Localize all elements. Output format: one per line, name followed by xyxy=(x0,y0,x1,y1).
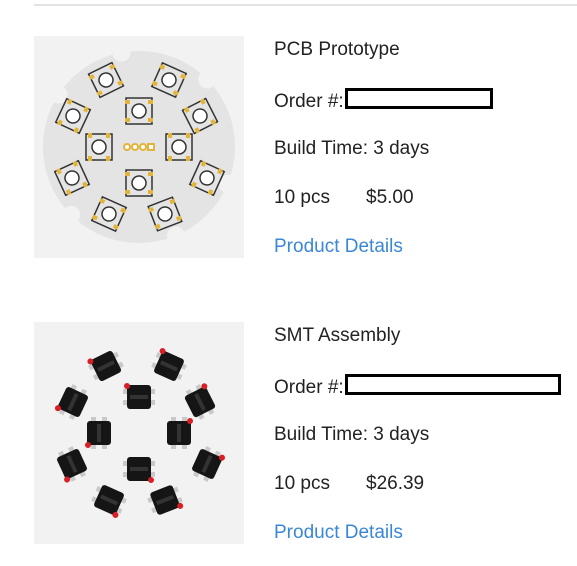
led-lens xyxy=(131,103,147,119)
led-component xyxy=(122,456,156,484)
pcb-prototype-thumbnail[interactable] xyxy=(34,36,244,258)
led-component xyxy=(91,485,127,518)
order-number-row: Order #: xyxy=(274,88,493,113)
led-component xyxy=(151,348,187,381)
order-number-label: Order #: xyxy=(274,377,344,398)
mounting-notch xyxy=(166,226,185,245)
smt-components-image xyxy=(54,348,225,518)
solder-pad xyxy=(124,100,130,105)
solder-pad xyxy=(125,171,131,176)
led-component xyxy=(87,350,124,382)
led-component xyxy=(184,383,216,420)
smt-assembly-thumbnail[interactable] xyxy=(34,322,244,544)
led-ridge xyxy=(129,466,149,472)
header-pin xyxy=(123,143,131,151)
polarity-marker xyxy=(187,418,193,424)
header-pin xyxy=(139,143,147,151)
led-component xyxy=(192,446,225,482)
led-lens xyxy=(171,139,187,155)
solder-pad xyxy=(105,156,110,162)
mounting-notch xyxy=(62,205,81,224)
quantity: 10 pcs xyxy=(274,187,330,208)
product-card-smt-assembly: SMT Assembly Order #: Build Time: 3 days… xyxy=(0,320,577,550)
quantity-price-row: 10 pcs $5.00 xyxy=(274,187,414,209)
solder-pad xyxy=(186,156,190,161)
solder-pad xyxy=(168,156,172,161)
solder-pad xyxy=(147,99,153,104)
solder-pad xyxy=(147,190,153,195)
price: $26.39 xyxy=(366,473,425,494)
solder-pad xyxy=(88,132,93,138)
price: $5.00 xyxy=(366,187,414,208)
header-pin xyxy=(131,143,139,151)
solder-pad xyxy=(148,172,154,177)
mounting-notch xyxy=(198,70,217,89)
polarity-marker xyxy=(84,441,91,448)
header-pin xyxy=(147,143,155,151)
led-ridge xyxy=(129,394,149,400)
led-component xyxy=(122,383,156,410)
order-number-redacted xyxy=(344,374,561,395)
product-details-link[interactable]: Product Details xyxy=(274,522,403,544)
led-component xyxy=(84,416,112,450)
led-component xyxy=(54,384,88,420)
pcb-board-image xyxy=(43,43,237,245)
product-name: PCB Prototype xyxy=(274,39,400,60)
top-divider xyxy=(34,4,577,6)
solder-pad xyxy=(87,155,92,161)
polarity-marker xyxy=(147,477,154,484)
led-component xyxy=(167,417,193,449)
order-number-label: Order #: xyxy=(274,91,344,112)
led-component xyxy=(147,485,184,515)
build-time: Build Time: 3 days xyxy=(274,138,430,159)
quantity-price-row: 10 pcs $26.39 xyxy=(274,473,424,495)
order-number-row: Order #: xyxy=(274,374,561,399)
solder-pad xyxy=(124,189,130,194)
mounting-notch xyxy=(49,85,68,104)
solder-pad xyxy=(106,133,111,139)
led-lens xyxy=(91,139,107,155)
solder-pad xyxy=(148,117,154,122)
solder-pad xyxy=(125,118,131,123)
solder-pad xyxy=(186,133,190,138)
solder-pad xyxy=(168,133,172,138)
mounting-notch xyxy=(112,43,131,62)
polarity-marker xyxy=(123,383,130,390)
product-name: SMT Assembly xyxy=(274,325,401,346)
quantity: 10 pcs xyxy=(274,473,330,494)
build-time: Build Time: 3 days xyxy=(274,424,430,445)
led-component xyxy=(57,446,87,483)
led-ridge xyxy=(96,423,102,443)
order-number-redacted xyxy=(344,88,493,109)
led-lens xyxy=(131,175,147,191)
product-card-pcb-prototype: PCB Prototype Order #: Build Time: 3 day… xyxy=(0,34,577,264)
led-ridge xyxy=(177,424,181,442)
product-details-link[interactable]: Product Details xyxy=(274,236,403,258)
